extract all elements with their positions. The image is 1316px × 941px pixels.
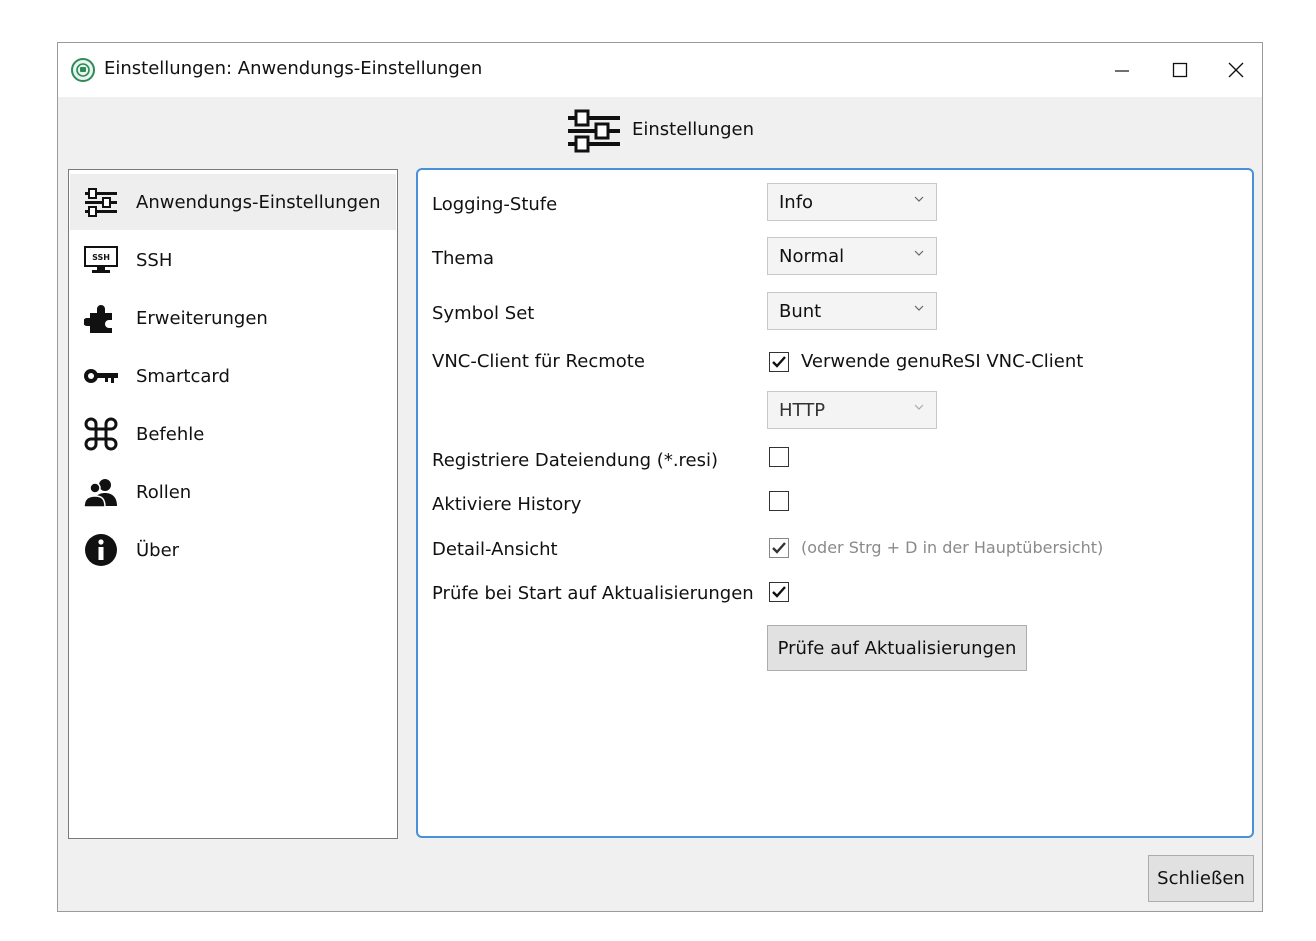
vnc-client-checkbox[interactable] [769, 352, 789, 372]
check-updates-button[interactable]: Prüfe auf Aktualisierungen [767, 625, 1027, 671]
maximize-button[interactable] [1150, 43, 1210, 97]
sidebar-item-label: Befehle [136, 423, 205, 445]
theme-select[interactable]: Normal [767, 237, 937, 275]
chevron-down-icon [914, 404, 924, 410]
close-icon [1228, 62, 1244, 78]
title-bar: Einstellungen: Anwendungs-Einstellungen [58, 43, 1262, 97]
settings-content-panel: Logging-Stufe Info Thema Normal Symbol S… [416, 168, 1254, 838]
sidebar-item-roles[interactable]: Rollen [70, 464, 396, 520]
select-value: Info [779, 191, 814, 213]
logging-level-select[interactable]: Info [767, 183, 937, 221]
checkmark-icon [772, 586, 786, 598]
svg-text:SSH: SSH [92, 253, 110, 262]
vnc-client-checkbox-label: Verwende genuReSI VNC-Client [801, 351, 1084, 372]
page-header: Einstellungen [58, 97, 1262, 167]
close-button[interactable]: Schließen [1148, 855, 1254, 902]
check-updates-on-start-label: Prüfe bei Start auf Aktualisierungen [432, 583, 754, 604]
minimize-icon [1115, 70, 1129, 72]
sidebar-item-smartcard[interactable]: Smartcard [70, 348, 396, 404]
register-extension-label: Registriere Dateiendung (*.resi) [432, 450, 719, 471]
minimize-button[interactable] [1092, 43, 1152, 97]
chevron-down-icon [914, 250, 924, 256]
page-title: Einstellungen [632, 119, 755, 140]
check-updates-on-start-checkbox[interactable] [769, 582, 789, 602]
theme-label: Thema [432, 248, 495, 269]
sidebar-item-ssh[interactable]: SSH SSH [70, 232, 396, 288]
app-logo-icon [70, 57, 96, 83]
sidebar-item-about[interactable]: Über [70, 522, 396, 578]
users-icon [83, 474, 119, 510]
maximize-icon [1172, 62, 1188, 78]
puzzle-icon [83, 300, 119, 336]
detail-view-checkbox[interactable] [769, 538, 789, 558]
checkmark-icon [772, 356, 786, 368]
sidebar-item-extensions[interactable]: Erweiterungen [70, 290, 396, 346]
key-icon [83, 358, 119, 394]
chevron-down-icon [914, 196, 924, 202]
sidebar-item-label: SSH [136, 249, 173, 271]
settings-sidebar: Anwendungs-Einstellungen SSH SSH Erweite… [68, 169, 398, 839]
close-window-button[interactable] [1206, 43, 1266, 97]
sidebar-item-label: Über [136, 539, 180, 561]
history-label: Aktiviere History [432, 494, 582, 515]
symbol-set-label: Symbol Set [432, 303, 535, 324]
sidebar-item-application-settings[interactable]: Anwendungs-Einstellungen [70, 174, 396, 230]
logging-level-label: Logging-Stufe [432, 194, 558, 215]
sidebar-item-label: Rollen [136, 481, 192, 503]
select-value: HTTP [779, 399, 826, 421]
chevron-down-icon [914, 305, 924, 311]
detail-view-label: Detail-Ansicht [432, 539, 558, 560]
sidebar-item-label: Anwendungs-Einstellungen [136, 191, 381, 213]
settings-window: Einstellungen: Anwendungs-Einstellungen … [57, 42, 1263, 912]
sidebar-item-label: Erweiterungen [136, 307, 268, 329]
history-checkbox[interactable] [769, 491, 789, 511]
window-title: Einstellungen: Anwendungs-Einstellungen [104, 58, 483, 79]
sidebar-item-label: Smartcard [136, 365, 230, 387]
ssh-monitor-icon: SSH [83, 242, 119, 278]
sliders-icon [566, 107, 622, 155]
detail-view-hint: (oder Strg + D in der Hauptübersicht) [801, 538, 1104, 557]
symbol-set-select[interactable]: Bunt [767, 292, 937, 330]
checkmark-icon [772, 542, 786, 554]
sidebar-item-commands[interactable]: Befehle [70, 406, 396, 462]
select-value: Normal [779, 245, 845, 267]
vnc-protocol-select[interactable]: HTTP [767, 391, 937, 429]
command-icon [83, 416, 119, 452]
select-value: Bunt [779, 300, 822, 322]
vnc-client-label: VNC-Client für Recmote [432, 351, 645, 372]
info-icon [83, 532, 119, 568]
register-extension-checkbox[interactable] [769, 447, 789, 467]
sliders-icon [83, 184, 119, 220]
